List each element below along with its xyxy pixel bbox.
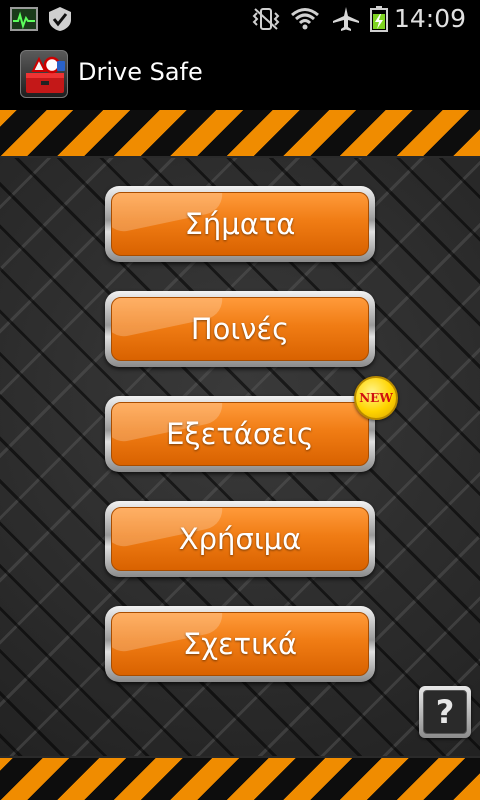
hazard-stripe-bottom	[0, 756, 480, 800]
help-question-icon: ?	[423, 690, 467, 734]
penalties-button-label: Ποινές	[190, 312, 290, 346]
useful-button-label: Χρήσιμα	[178, 522, 302, 556]
signs-button-face: Σήματα	[111, 192, 369, 256]
app-title: Drive Safe	[78, 58, 203, 86]
about-button-label: Σχετικά	[182, 627, 298, 661]
clock: 14:09	[393, 4, 466, 33]
status-bar: 14:09	[0, 0, 480, 38]
useful-button-face: Χρήσιμα	[111, 507, 369, 571]
penalties-button[interactable]: Ποινές	[105, 291, 375, 367]
hazard-stripe-top	[0, 110, 480, 158]
useful-button[interactable]: Χρήσιμα	[105, 501, 375, 577]
new-badge-label: NEW	[359, 391, 393, 405]
help-button-label: ?	[435, 693, 455, 731]
exams-button-face: Εξετάσεις	[111, 402, 369, 466]
airplane-mode-icon	[333, 7, 359, 31]
exams-button-label: Εξετάσεις	[166, 417, 314, 451]
system-monitor-icon	[10, 7, 38, 31]
about-button[interactable]: Σχετικά	[105, 606, 375, 682]
vibrate-icon	[252, 8, 280, 30]
signs-button[interactable]: Σήματα	[105, 186, 375, 262]
new-badge: NEW	[354, 376, 398, 420]
action-bar: Drive Safe	[0, 38, 480, 110]
battery-charging-icon	[370, 6, 388, 32]
wifi-icon	[291, 8, 319, 30]
app-toolbox-icon[interactable]	[20, 50, 68, 98]
signs-button-label: Σήματα	[184, 207, 296, 241]
about-button-face: Σχετικά	[111, 612, 369, 676]
exams-button[interactable]: Εξετάσεις	[105, 396, 375, 472]
penalties-button-face: Ποινές	[111, 297, 369, 361]
check-icon	[49, 7, 71, 31]
help-button[interactable]: ?	[419, 686, 471, 738]
